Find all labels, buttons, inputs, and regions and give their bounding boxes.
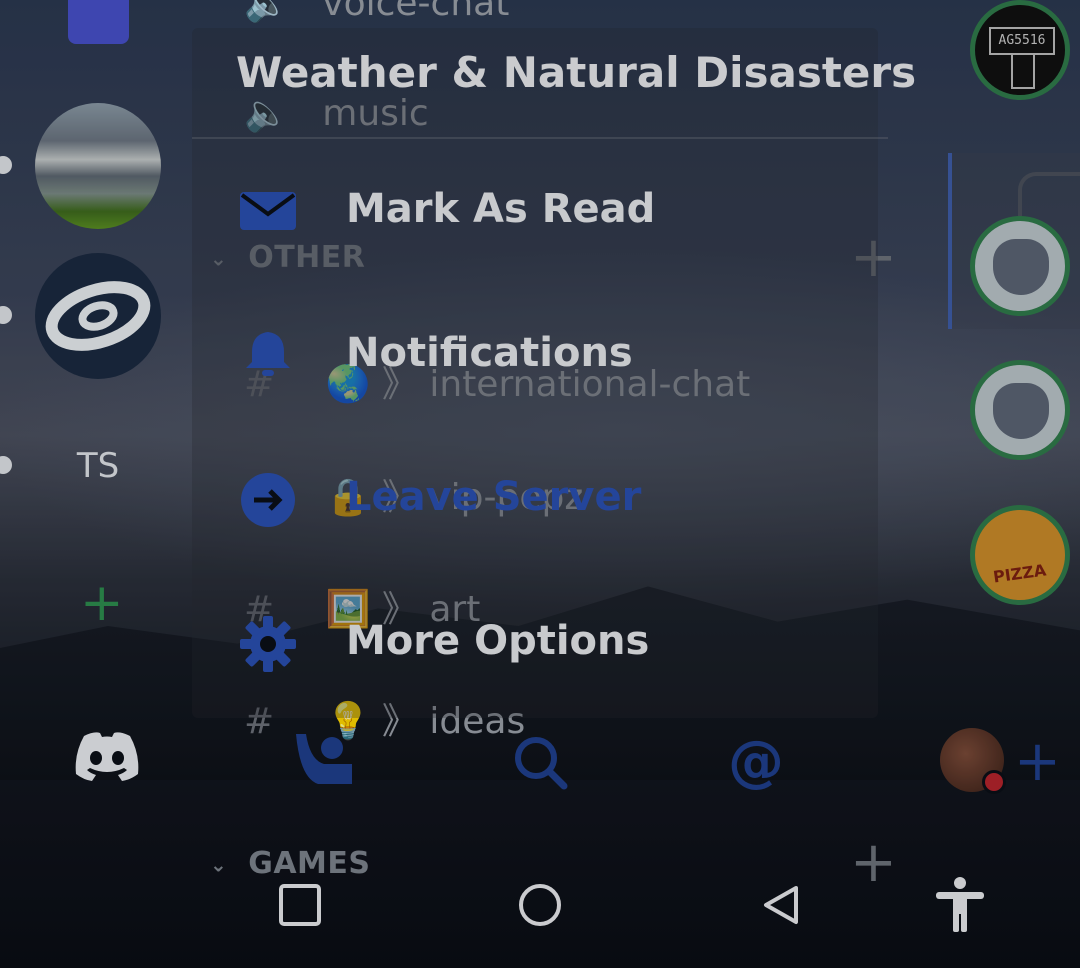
modal-dim-overlay: [0, 0, 1080, 968]
